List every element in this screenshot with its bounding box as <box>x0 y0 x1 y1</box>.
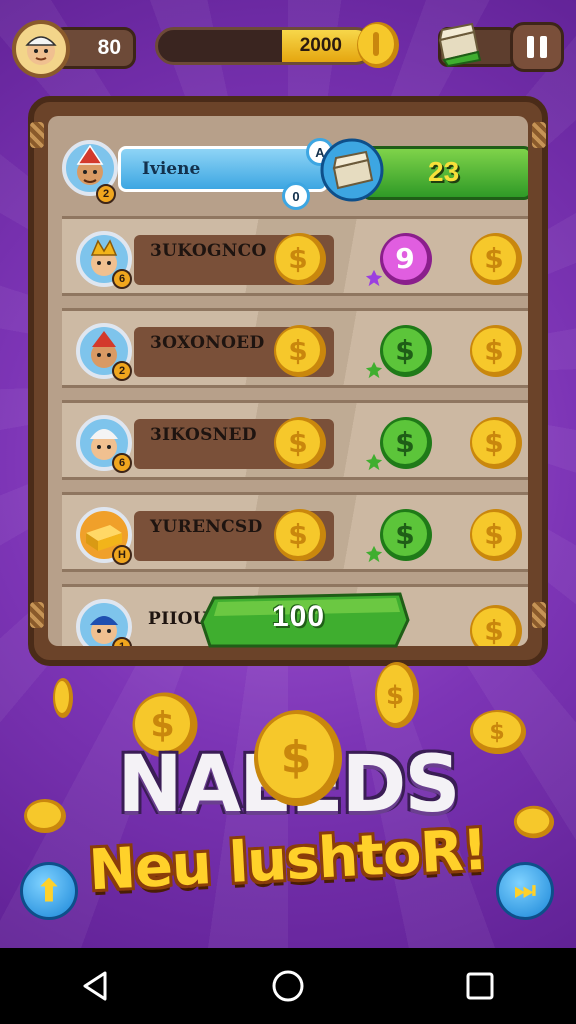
row-rank-badge: H <box>112 545 132 565</box>
gold-coin-icon <box>357 22 399 68</box>
upgrade-button[interactable]: ⬆ <box>20 862 78 920</box>
row-player-name: 3UKOGNCO <box>150 241 267 261</box>
gold-coin-icon: $ <box>470 417 522 469</box>
row-player-name: YURENCSD <box>150 517 263 537</box>
svg-text:$: $ <box>484 242 503 275</box>
svg-text:$: $ <box>288 242 307 275</box>
row-rank-badge: 6 <box>112 453 132 473</box>
svg-text:$: $ <box>288 518 307 551</box>
green-dollar-coin-icon: $ <box>380 325 432 377</box>
svg-text:$: $ <box>288 426 307 459</box>
green-star-icon <box>365 453 383 471</box>
svg-text:$: $ <box>395 426 414 459</box>
green-star-icon <box>365 545 383 563</box>
top-player-row[interactable]: Iviene A 0 2 23 <box>62 126 528 210</box>
gold-coin-icon: $ <box>470 325 522 377</box>
player-face-icon <box>25 36 57 65</box>
level-value: 80 <box>97 36 121 59</box>
leaderboard-row[interactable]: H YURENCSD $ $ $ <box>62 492 528 572</box>
top-player-score: 23 <box>428 156 460 187</box>
top-player-rank-badge: 2 <box>96 184 116 204</box>
gold-coin-icon: $ <box>274 325 326 377</box>
svg-text:$: $ <box>484 334 503 367</box>
row-player-name: 3OXONOED <box>150 333 265 353</box>
gold-coin-icon: $ <box>274 509 326 561</box>
leaderboard-row[interactable]: 6 3IKOSNED $ $ $ <box>62 400 528 480</box>
system-navigation-bar <box>0 948 576 1024</box>
back-button[interactable] <box>66 956 126 1016</box>
rope-binding <box>532 122 546 148</box>
svg-text:$: $ <box>484 518 503 551</box>
claim-reward-value: 100 <box>272 600 326 633</box>
leaderboard-panel: Iviene A 0 2 23 6 3UKOGNCO $ 9 $ 2 3OXON… <box>28 96 548 666</box>
skip-forward-icon: ⏭ <box>514 877 536 904</box>
skip-button[interactable]: ⏭ <box>496 862 554 920</box>
gold-coin-icon: $ <box>274 233 326 285</box>
gold-coin-icon: $ <box>274 417 326 469</box>
player-avatar[interactable] <box>12 20 70 78</box>
center-coin-icon: $ <box>254 710 342 806</box>
rope-binding <box>30 602 44 628</box>
back-triangle-icon <box>83 971 107 1001</box>
leaderboard-row[interactable]: 2 3OXONOED $ $ $ <box>62 308 528 388</box>
chest-reward-icon <box>320 138 384 202</box>
rope-binding <box>30 122 44 148</box>
purple-star-icon <box>365 269 383 287</box>
svg-text:$: $ <box>484 426 503 459</box>
gold-coin-icon: $ <box>470 233 522 285</box>
pink-nine-coin-icon: 9 <box>380 233 432 285</box>
svg-text:$: $ <box>386 681 404 711</box>
svg-text:$: $ <box>395 334 414 367</box>
top-player-circle-o: 0 <box>282 182 310 210</box>
svg-text:$: $ <box>281 732 312 783</box>
recents-button[interactable] <box>450 956 510 1016</box>
coin-count: 2000 <box>299 35 342 56</box>
svg-text:$: $ <box>288 334 307 367</box>
coin-progress-bar: 2000 <box>155 27 375 65</box>
recents-square-icon <box>466 972 494 1000</box>
treasure-chest-icon <box>438 22 482 68</box>
up-arrow-icon: ⬆ <box>36 874 62 908</box>
svg-text:9: 9 <box>395 242 414 275</box>
leaderboard-row[interactable]: 6 3UKOGNCO $ 9 $ <box>62 216 528 296</box>
svg-text:$: $ <box>484 614 503 646</box>
row-rank-badge: 6 <box>112 269 132 289</box>
gold-coin-icon: $ <box>470 509 522 561</box>
svg-text:$: $ <box>395 518 414 551</box>
pause-button[interactable] <box>510 22 564 72</box>
green-dollar-coin-icon: $ <box>380 509 432 561</box>
leaderboard-stone-bg: Iviene A 0 2 23 6 3UKOGNCO $ 9 $ 2 3OXON… <box>48 116 528 646</box>
pause-bar-left <box>527 36 534 58</box>
floating-coin-icon <box>53 678 73 718</box>
gold-coin-icon: $ <box>470 605 522 646</box>
pause-bar-right <box>540 36 547 58</box>
home-button[interactable] <box>258 956 318 1016</box>
rope-binding <box>532 602 546 628</box>
row-rank-badge: 2 <box>112 361 132 381</box>
floating-coin-icon: $ <box>375 662 419 728</box>
green-star-icon <box>365 361 383 379</box>
green-dollar-coin-icon: $ <box>380 417 432 469</box>
row-player-name: 3IKOSNED <box>150 425 257 445</box>
top-player-name: Iviene <box>142 159 201 179</box>
home-circle-icon <box>272 970 304 1002</box>
